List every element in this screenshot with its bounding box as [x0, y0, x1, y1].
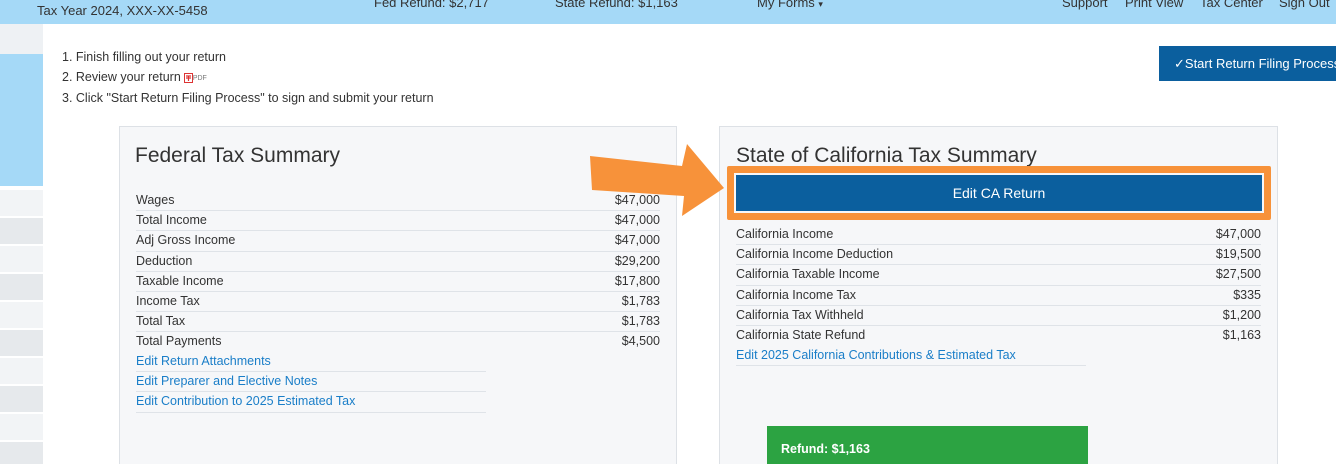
row-value: $4,500 — [621, 334, 660, 349]
filing-steps: 1. Finish filling out your return 2. Rev… — [62, 48, 434, 109]
row-label: Wages — [136, 193, 175, 207]
my-forms-label: My Forms — [757, 0, 815, 10]
edit-estimated-tax-link[interactable]: Edit Contribution to 2025 Estimated Tax — [136, 394, 355, 408]
refund-box: Refund: $1,163 — [767, 426, 1088, 464]
table-row: Income Tax $1,783 — [136, 292, 660, 313]
row-value: $1,783 — [621, 293, 660, 308]
row-label: California Income — [736, 227, 834, 241]
federal-summary-title: Federal Tax Summary — [135, 144, 341, 167]
step-2: 2. Review your return PDF — [62, 68, 434, 90]
edit-ca-highlight: Edit CA Return — [727, 166, 1271, 220]
my-forms-menu[interactable]: My Forms ▾ — [757, 0, 823, 10]
sidebar — [0, 24, 43, 464]
step-1: 1. Finish filling out your return — [62, 50, 226, 64]
sidebar-item[interactable] — [0, 218, 43, 244]
table-row: Total Tax $1,783 — [136, 312, 660, 333]
table-row: Wages $47,000 — [136, 191, 660, 212]
table-row: Total Income $47,000 — [136, 211, 660, 232]
table-row: California Income $47,000 — [736, 225, 1261, 246]
sign-out-link[interactable]: Sign Out — [1279, 0, 1330, 10]
row-value: $29,200 — [614, 253, 660, 268]
row-label: Adj Gross Income — [136, 233, 236, 248]
step-3: 3. Click "Start Return Filing Process" t… — [62, 91, 434, 105]
pdf-icon[interactable] — [183, 70, 193, 90]
tax-center-link[interactable]: Tax Center — [1200, 0, 1263, 10]
sidebar-item[interactable] — [0, 190, 43, 216]
row-label: California Income Deduction — [736, 247, 894, 262]
sidebar-item[interactable] — [0, 330, 43, 356]
row-value: $47,000 — [1215, 227, 1261, 241]
table-row: California Taxable Income $27,500 — [736, 265, 1261, 286]
table-row: Total Payments $4,500 — [136, 332, 660, 352]
pdf-label[interactable]: PDF — [193, 75, 207, 82]
start-return-filing-button[interactable]: ✓Start Return Filing Process — [1159, 46, 1336, 81]
table-row: California State Refund $1,163 — [736, 326, 1261, 346]
row-label: California Income Tax — [736, 287, 856, 302]
arrow-right-icon — [590, 144, 724, 216]
federal-summary-table: Wages $47,000 Total Income $47,000 Adj Gro… — [136, 191, 660, 353]
sidebar-item[interactable] — [0, 358, 43, 384]
sidebar-item[interactable] — [0, 246, 43, 272]
row-label: Total Tax — [136, 314, 186, 329]
state-refund-label: State Refund: $1,163 — [555, 0, 678, 10]
print-view-link[interactable]: Print View — [1125, 0, 1183, 10]
row-label: Total Payments — [136, 334, 222, 349]
row-label: Deduction — [136, 253, 193, 268]
fed-refund-label: Fed Refund: $2,717 — [374, 0, 489, 10]
sidebar-item[interactable] — [0, 274, 43, 300]
table-row: Adj Gross Income $47,000 — [136, 231, 660, 252]
california-summary-table: California Income $47,000 California Inco… — [736, 225, 1261, 346]
edit-ca-contributions-link[interactable]: Edit 2025 California Contributions & Est… — [736, 348, 1016, 362]
row-value: $1,163 — [1222, 327, 1261, 342]
table-row: Taxable Income $17,800 — [136, 272, 660, 292]
row-value: $335 — [1233, 287, 1261, 302]
sidebar-item[interactable] — [0, 24, 43, 54]
row-value: $47,000 — [614, 233, 660, 248]
row-value: $27,500 — [1215, 267, 1261, 282]
sidebar-item[interactable] — [0, 414, 43, 440]
list-item: Edit Return Attachments — [136, 352, 486, 373]
row-value: $19,500 — [1215, 247, 1261, 262]
row-label: California Taxable Income — [736, 267, 880, 282]
california-summary-title: State of California Tax Summary — [736, 144, 1037, 167]
row-label: Total Income — [136, 213, 207, 228]
list-item: Edit Contribution to 2025 Estimated Tax — [136, 392, 486, 413]
table-row: California Income Tax $335 — [736, 286, 1261, 306]
row-value: $1,200 — [1222, 307, 1261, 322]
edit-return-attachments-link[interactable]: Edit Return Attachments — [136, 354, 271, 368]
list-item: Edit 2025 California Contributions & Est… — [736, 346, 1086, 367]
sidebar-item[interactable] — [0, 386, 43, 412]
list-item: Edit Preparer and Elective Notes — [136, 372, 486, 393]
sidebar-item-active[interactable] — [0, 54, 43, 186]
table-row: California Income Deduction $19,500 — [736, 245, 1261, 266]
table-row: Deduction $29,200 — [136, 252, 660, 272]
row-label: Taxable Income — [136, 273, 224, 288]
row-label: Income Tax — [136, 293, 200, 308]
edit-preparer-notes-link[interactable]: Edit Preparer and Elective Notes — [136, 374, 317, 388]
step-2-text: 2. Review your return — [62, 69, 181, 84]
row-label: California Tax Withheld — [736, 307, 864, 322]
top-bar: Tax Year 2024, XXX-XX-5458 Fed Refund: $… — [0, 0, 1336, 24]
edit-ca-return-button[interactable]: Edit CA Return — [736, 175, 1262, 211]
sidebar-item[interactable] — [0, 442, 43, 464]
tax-year-label: Tax Year 2024, XXX-XX-5458 — [37, 3, 208, 18]
row-value: $17,800 — [614, 273, 660, 288]
sidebar-item[interactable] — [0, 302, 43, 328]
california-links: Edit 2025 California Contributions & Est… — [736, 346, 1086, 367]
row-label: California State Refund — [736, 327, 866, 342]
caret-down-icon: ▾ — [818, 0, 823, 9]
table-row: California Tax Withheld $1,200 — [736, 306, 1261, 326]
row-value: $1,783 — [621, 314, 660, 329]
support-link[interactable]: Support — [1062, 0, 1108, 10]
federal-links: Edit Return Attachments Edit Preparer an… — [136, 352, 486, 413]
